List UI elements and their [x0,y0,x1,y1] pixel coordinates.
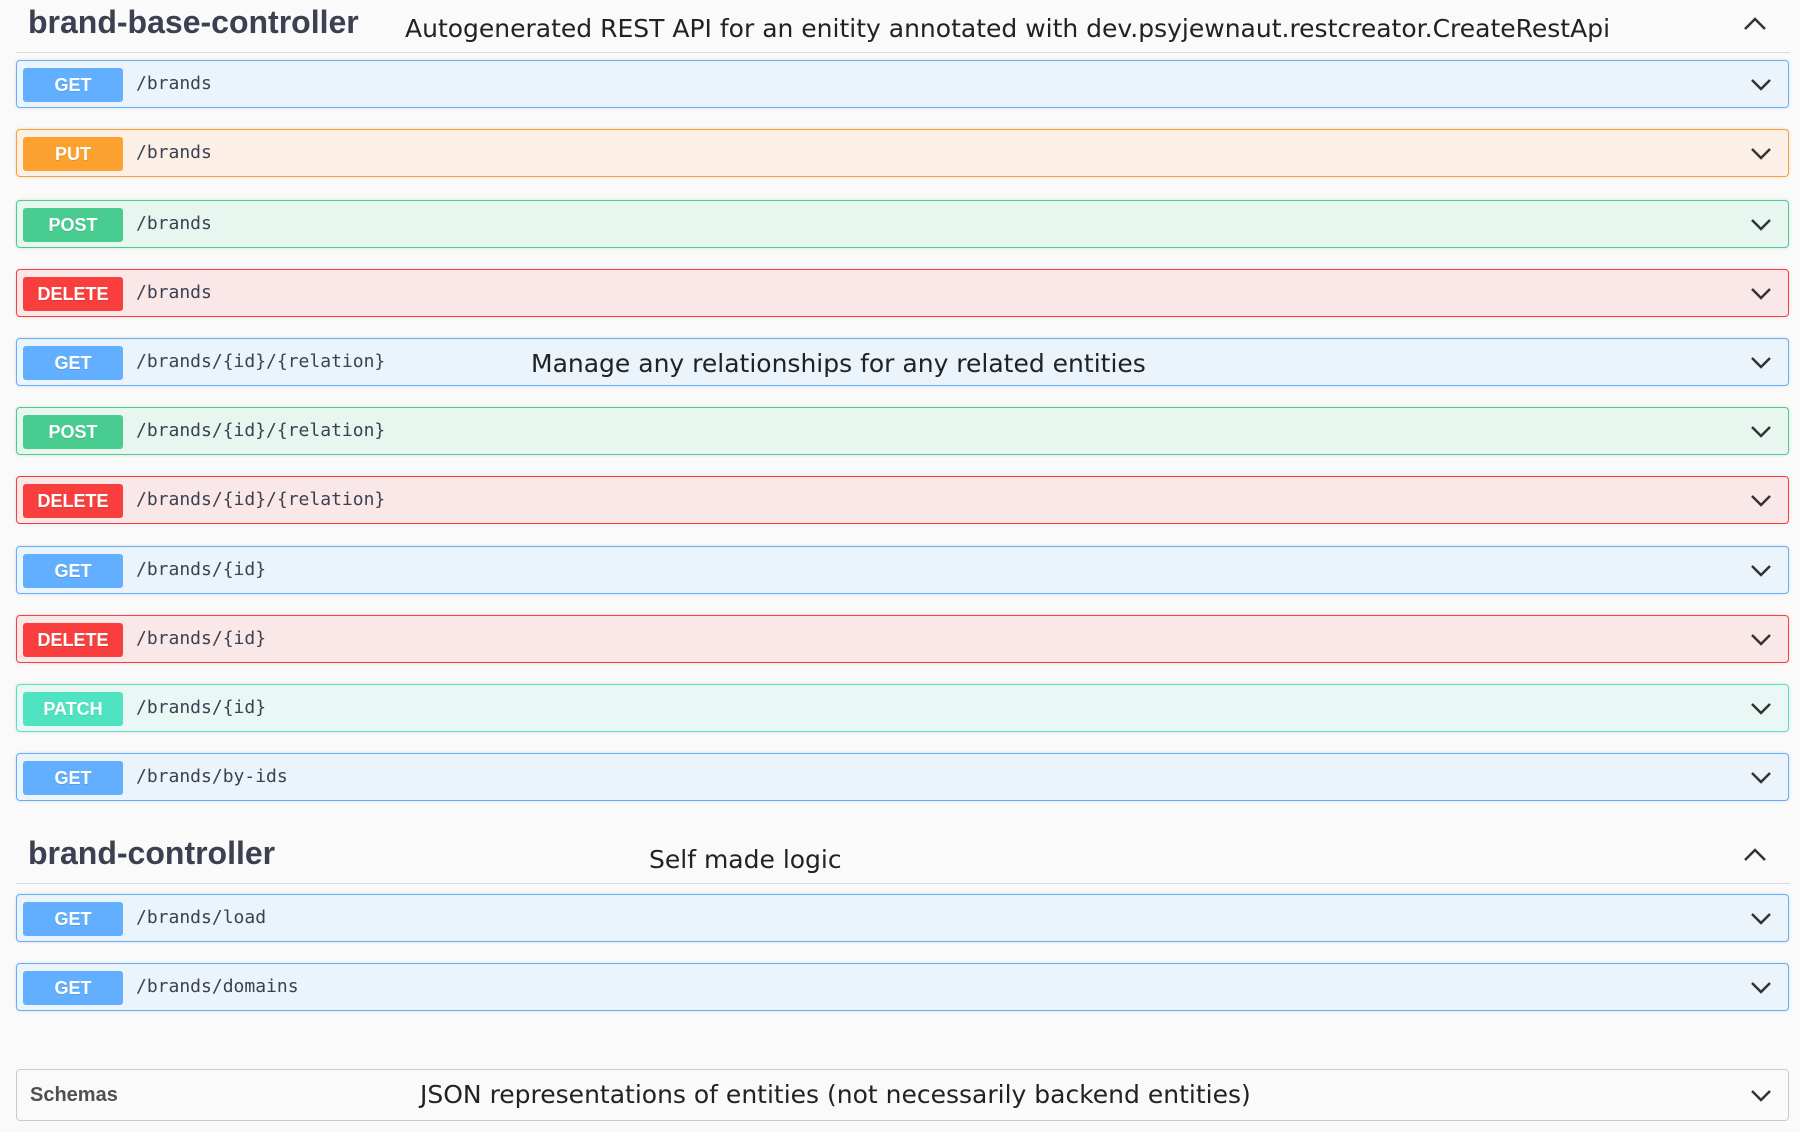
operation-delete-brands-id-relation[interactable]: DELETE /brands/{id}/{relation} [16,476,1789,524]
operation-get-brands-id[interactable]: GET /brands/{id} [16,546,1789,594]
section-description: Self made logic [649,845,842,874]
section-header-brand-controller[interactable]: brand-controller Self made logic [16,831,1790,884]
method-badge: GET [23,971,123,1005]
method-badge: DELETE [23,277,123,311]
operation-get-brands-load[interactable]: GET /brands/load [16,894,1789,942]
operation-path: /brands [136,73,212,94]
schemas-description: JSON representations of entities (not ne… [420,1080,1251,1109]
operation-delete-brands[interactable]: DELETE /brands [16,269,1789,317]
operation-post-brands-id-relation[interactable]: POST /brands/{id}/{relation} [16,407,1789,455]
operation-put-brands[interactable]: PUT /brands [16,129,1789,177]
method-badge: GET [23,554,123,588]
method-badge: PUT [23,137,123,171]
operation-path: /brands/{id}/{relation} [136,351,386,372]
operation-path: /brands/{id}/{relation} [136,420,386,441]
chevron-down-icon[interactable] [1748,420,1774,442]
section-title: brand-base-controller [28,4,359,40]
operation-path: /brands/load [136,907,267,928]
operation-get-brands[interactable]: GET /brands [16,60,1789,108]
chevron-down-icon[interactable] [1748,766,1774,788]
operation-delete-brands-id[interactable]: DELETE /brands/{id} [16,615,1789,663]
method-badge: GET [23,761,123,795]
operation-patch-brands-id[interactable]: PATCH /brands/{id} [16,684,1789,732]
method-badge: GET [23,346,123,380]
chevron-down-icon[interactable] [1748,489,1774,511]
chevron-down-icon[interactable] [1748,351,1774,373]
operation-path: /brands [136,142,212,163]
method-badge: POST [23,208,123,242]
operation-path: /brands [136,213,212,234]
method-badge: PATCH [23,692,123,726]
chevron-down-icon[interactable] [1748,142,1774,164]
operation-get-brands-id-relation[interactable]: GET /brands/{id}/{relation} Manage any r… [16,338,1789,386]
chevron-down-icon[interactable] [1748,976,1774,998]
chevron-down-icon[interactable] [1748,282,1774,304]
method-badge: DELETE [23,484,123,518]
chevron-down-icon[interactable] [1748,213,1774,235]
chevron-up-icon[interactable] [1740,12,1770,36]
operation-path: /brands/domains [136,976,299,997]
chevron-up-icon[interactable] [1740,843,1770,867]
schemas-section[interactable]: Schemas JSON representations of entities… [16,1069,1789,1121]
operation-path: /brands/{id} [136,628,267,649]
chevron-down-icon[interactable] [1748,907,1774,929]
method-badge: GET [23,902,123,936]
operation-path: /brands/{id}/{relation} [136,489,386,510]
operation-get-brands-by-ids[interactable]: GET /brands/by-ids [16,753,1789,801]
method-badge: GET [23,68,123,102]
operation-summary: Manage any relationships for any related… [531,349,1146,378]
operation-path: /brands [136,282,212,303]
chevron-down-icon[interactable] [1748,697,1774,719]
chevron-down-icon[interactable] [1748,628,1774,650]
section-header-brand-base-controller[interactable]: brand-base-controller Autogenerated REST… [16,0,1790,53]
chevron-down-icon[interactable] [1748,1084,1774,1106]
operation-path: /brands/{id} [136,559,267,580]
operation-get-brands-domains[interactable]: GET /brands/domains [16,963,1789,1011]
chevron-down-icon[interactable] [1748,559,1774,581]
method-badge: DELETE [23,623,123,657]
method-badge: POST [23,415,123,449]
chevron-down-icon[interactable] [1748,73,1774,95]
schemas-title: Schemas [30,1084,118,1106]
operation-path: /brands/{id} [136,697,267,718]
section-description: Autogenerated REST API for an enitity an… [405,14,1611,43]
operation-path: /brands/by-ids [136,766,288,787]
section-title: brand-controller [28,835,276,871]
operation-post-brands[interactable]: POST /brands [16,200,1789,248]
